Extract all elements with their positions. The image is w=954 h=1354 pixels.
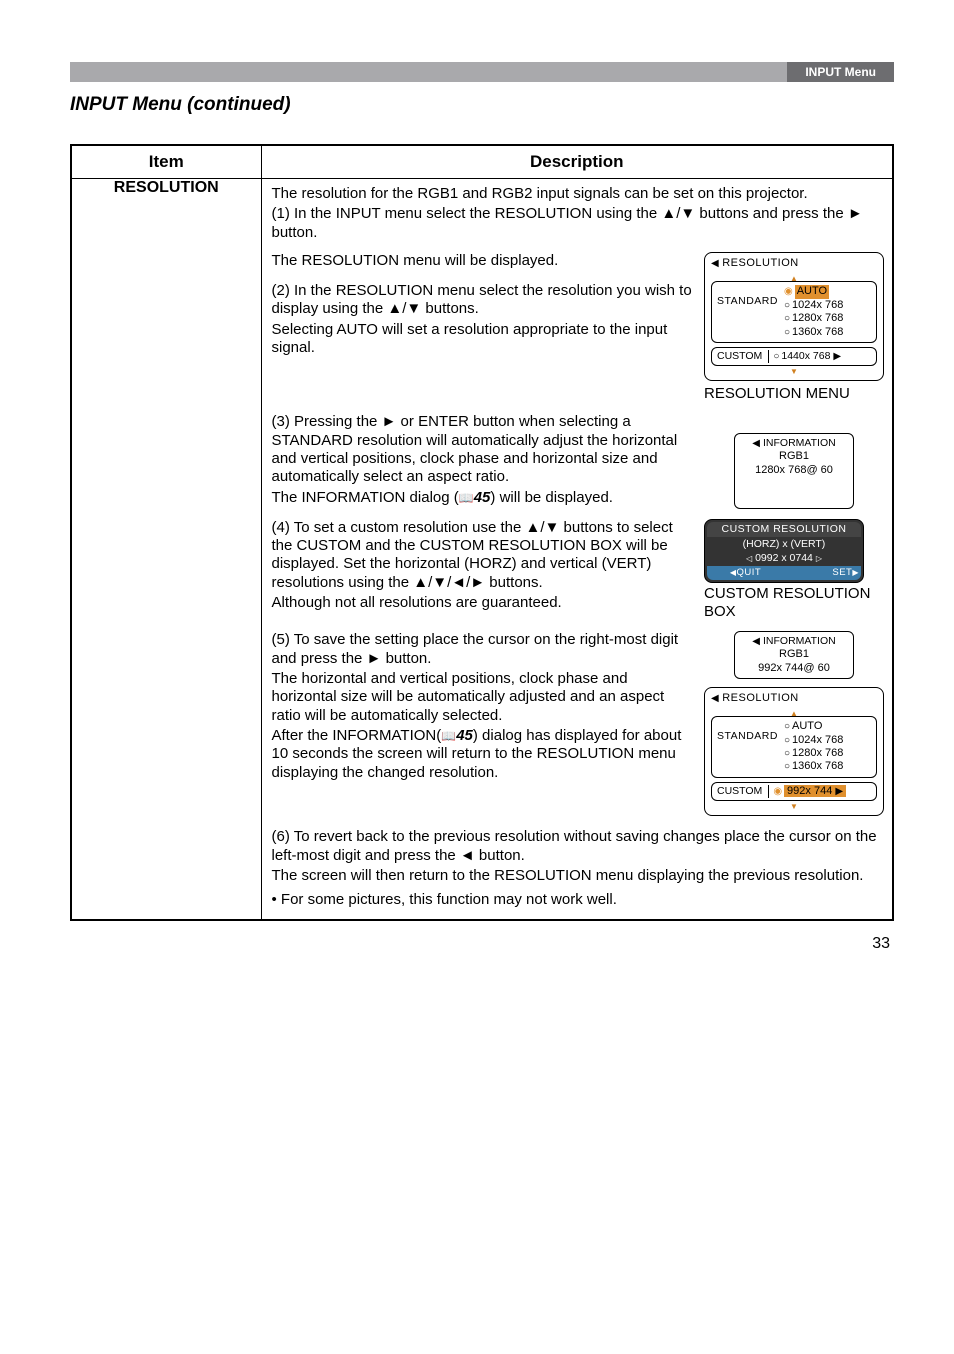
resolution-menu-figure-1: RESOLUTION STANDARD AUTO 1024x 768 1280x… bbox=[704, 252, 884, 404]
step2a: (2) In the RESOLUTION menu select the re… bbox=[272, 282, 695, 319]
info2-line1: RGB1 bbox=[743, 648, 845, 661]
step5b: The horizontal and vertical positions, c… bbox=[272, 670, 695, 725]
bullet-note: • For some pictures, this function may n… bbox=[272, 891, 885, 909]
step6a: (6) To revert back to the previous resol… bbox=[272, 828, 885, 865]
step4a: (4) To set a custom resolution use the ▲… bbox=[272, 519, 695, 592]
col-item: Item bbox=[71, 145, 261, 179]
info-hdr: INFORMATION bbox=[743, 437, 845, 450]
res2-1360: 1360x 768 bbox=[784, 760, 843, 773]
desc-cell: The resolution for the RGB1 and RGB2 inp… bbox=[261, 179, 893, 921]
step5a: (5) To save the setting place the cursor… bbox=[272, 631, 695, 668]
intro-text: The resolution for the RGB1 and RGB2 inp… bbox=[272, 185, 885, 203]
info2-line2: 992x 744@ 60 bbox=[743, 662, 845, 675]
standard-label-2: STANDARD bbox=[717, 720, 778, 774]
step3b: The INFORMATION dialog (45) will be disp… bbox=[272, 489, 695, 507]
auto-option: AUTO bbox=[795, 285, 829, 298]
custom-res-figure: CUSTOM RESOLUTION (HORZ) x (VERT) ◁ 0992… bbox=[704, 519, 884, 622]
custom-res-hdr: CUSTOM RESOLUTION bbox=[707, 522, 861, 537]
arrow-down-icon bbox=[790, 363, 798, 377]
quit-label: ◀QUIT bbox=[707, 566, 784, 580]
header-tab: INPUT Menu bbox=[787, 62, 894, 82]
custom-res-val-2: 992x 744 bbox=[784, 785, 846, 797]
custom-res-horz-vert: (HORZ) x (VERT) bbox=[707, 537, 861, 552]
step3a: (3) Pressing the ► or ENTER button when … bbox=[272, 413, 695, 486]
auto-option-2: AUTO bbox=[784, 720, 843, 733]
set-label: SET▶ bbox=[784, 566, 861, 580]
custom-res-values: ◁ 0992 x 0744 ▷ bbox=[707, 551, 861, 566]
arrow-up-icon bbox=[790, 270, 798, 284]
step4b: Although not all resolutions are guarant… bbox=[272, 594, 695, 612]
step1b: The RESOLUTION menu will be displayed. bbox=[272, 252, 695, 270]
header-bar: INPUT Menu bbox=[70, 62, 894, 82]
page-title: INPUT Menu (continued) bbox=[70, 94, 894, 116]
info-line1: RGB1 bbox=[743, 450, 845, 463]
resolution-menu-figure-2: INFORMATION RGB1 992x 744@ 60 RESOLUTION… bbox=[704, 631, 884, 820]
custom-label: CUSTOM bbox=[717, 350, 762, 363]
step5c: After the INFORMATION(45) dialog has dis… bbox=[272, 727, 695, 782]
res2-1024: 1024x 768 bbox=[784, 734, 843, 747]
item-cell: RESOLUTION bbox=[71, 179, 261, 921]
info-dialog-figure-1: INFORMATION RGB1 1280x 768@ 60 bbox=[704, 413, 884, 508]
info2-hdr: INFORMATION bbox=[743, 635, 845, 648]
arrow-down-icon-2 bbox=[790, 798, 798, 812]
standard-label: STANDARD bbox=[717, 285, 778, 339]
res-menu-title: RESOLUTION bbox=[711, 257, 877, 270]
page-number: 33 bbox=[70, 935, 894, 953]
custom-label-2: CUSTOM bbox=[717, 785, 762, 798]
book-icon-2 bbox=[441, 727, 456, 744]
custom-res-caption: CUSTOM RESOLUTION BOX bbox=[704, 585, 884, 622]
info-line2: 1280x 768@ 60 bbox=[743, 464, 845, 477]
step6b: The screen will then return to the RESOL… bbox=[272, 867, 885, 885]
step2b: Selecting AUTO will set a resolution app… bbox=[272, 321, 695, 358]
arrow-up-icon-2 bbox=[790, 705, 798, 719]
res-menu2-title: RESOLUTION bbox=[711, 692, 877, 705]
res2-1280: 1280x 768 bbox=[784, 747, 843, 760]
resolution-table: Item Description RESOLUTION The resoluti… bbox=[70, 144, 894, 921]
custom-res-val: 1440x 768 bbox=[768, 350, 841, 363]
res-1360: 1360x 768 bbox=[784, 326, 843, 339]
col-desc: Description bbox=[261, 145, 893, 179]
book-icon bbox=[459, 489, 474, 506]
res-1024: 1024x 768 bbox=[784, 299, 843, 312]
res-1280: 1280x 768 bbox=[784, 312, 843, 325]
step1a: (1) In the INPUT menu select the RESOLUT… bbox=[272, 205, 885, 242]
res-menu-caption: RESOLUTION MENU bbox=[704, 385, 884, 403]
